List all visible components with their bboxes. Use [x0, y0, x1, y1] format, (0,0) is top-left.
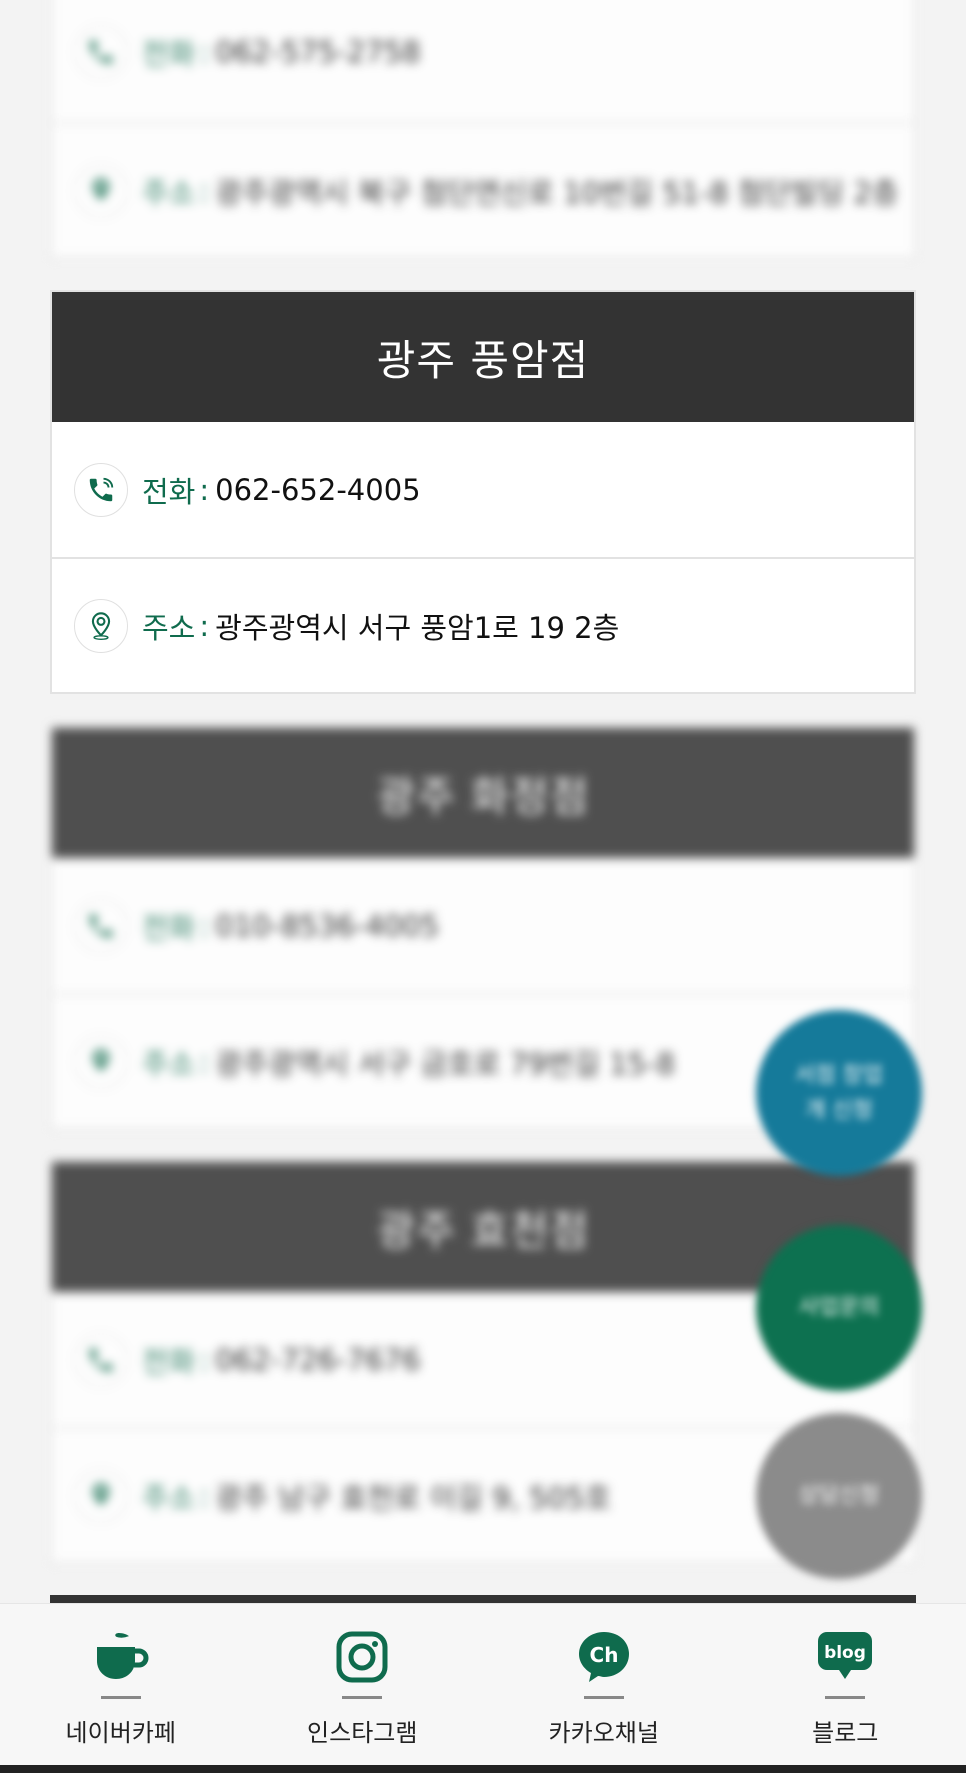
business-inquiry-button[interactable]: 사업문의: [756, 1225, 922, 1391]
address-text: 광주광역시 북구 첨단연신로 10번길 51-8 첨단빌딩 2층: [215, 175, 899, 210]
map-pin-icon: [74, 1034, 128, 1089]
separator: :: [199, 35, 210, 69]
separator: :: [199, 173, 210, 208]
separator: :: [199, 908, 210, 943]
separator: :: [199, 472, 210, 507]
phone-label: 전화: [142, 910, 196, 945]
next-card-edge: [50, 1595, 916, 1603]
phone-number: 062-652-4005: [215, 472, 421, 507]
map-pin-icon: [74, 163, 128, 218]
system-bar: [0, 1765, 966, 1773]
phone-row[interactable]: 전화 : 062-575-2758: [52, 0, 914, 122]
address-text: 광주 남구 효천로 이길 9, 505호: [215, 1480, 612, 1515]
consultation-label: 상담신청: [798, 1483, 880, 1509]
instagram-icon: [335, 1622, 389, 1692]
store-name-header: 광주 풍암점: [52, 292, 914, 422]
phone-icon: [74, 1332, 128, 1387]
phone-number: 010-8536-4005: [215, 908, 440, 943]
phone-label: 전화: [142, 474, 196, 509]
svg-text:Ch: Ch: [589, 1643, 618, 1667]
address-label: 주소: [142, 610, 196, 645]
nav-instagram[interactable]: 인스타그램: [262, 1622, 462, 1748]
store-name-header: 광주 화정점: [52, 728, 914, 858]
nav-label: 블로그: [812, 1719, 879, 1747]
bottom-nav: 네이버카페 인스타그램 Ch 카카오채널 blog 블로그: [0, 1603, 966, 1766]
store-list-page: 전화 : 062-575-2758 주소 : 광주광역시 북구 첨단연신로 10…: [0, 0, 966, 1773]
franchise-apply-button[interactable]: 서점 창업개 신청: [756, 1010, 922, 1176]
phone-number: 062-575-2758: [215, 35, 421, 69]
nav-underline: [583, 1696, 624, 1699]
map-pin-icon: [74, 598, 128, 653]
kakao-channel-icon: Ch: [576, 1622, 632, 1692]
phone-row[interactable]: 전화 : 010-8536-4005: [52, 858, 914, 993]
separator: :: [199, 608, 210, 643]
phone-label: 전화: [142, 1344, 196, 1379]
separator: :: [199, 1044, 210, 1079]
svg-text:blog: blog: [824, 1643, 866, 1663]
nav-underline: [342, 1696, 383, 1699]
map-pin-icon: [74, 1468, 128, 1523]
address-label: 주소: [142, 1480, 196, 1515]
nav-kakao-channel[interactable]: Ch 카카오채널: [504, 1622, 704, 1748]
blog-icon: blog: [815, 1622, 875, 1692]
address-label: 주소: [142, 1046, 196, 1081]
phone-label: 전화: [142, 37, 196, 71]
separator: :: [199, 1342, 210, 1377]
separator: :: [199, 1478, 210, 1513]
nav-underline: [100, 1696, 141, 1699]
phone-row[interactable]: 전화 : 062-652-4005: [52, 422, 914, 557]
address-row: 주소 : 광주광역시 북구 첨단연신로 10번길 51-8 첨단빌딩 2층: [52, 122, 914, 257]
store-card-pungam: 광주 풍암점 전화 : 062-652-4005 주소 : 광주광역시 서구 풍…: [50, 290, 916, 694]
address-text: 광주광역시 서구 금호로 79번길 15-8: [215, 1046, 675, 1081]
nav-label: 네이버카페: [65, 1719, 176, 1747]
nav-label: 카카오채널: [548, 1719, 659, 1747]
phone-icon: [74, 25, 128, 79]
nav-blog[interactable]: blog 블로그: [745, 1622, 945, 1748]
nav-underline: [825, 1696, 866, 1699]
address-label: 주소: [142, 175, 196, 210]
phone-number: 062-726-7676: [215, 1342, 421, 1377]
consultation-button[interactable]: 상담신청: [756, 1413, 922, 1579]
nav-naver-cafe[interactable]: 네이버카페: [21, 1622, 221, 1748]
address-row: 주소 : 광주광역시 서구 풍암1로 19 2층: [52, 557, 914, 692]
franchise-apply-label: 서점 창업개 신청: [795, 1062, 883, 1123]
store-card-partial: 전화 : 062-575-2758 주소 : 광주광역시 북구 첨단연신로 10…: [50, 0, 916, 259]
phone-icon: [74, 462, 128, 517]
business-inquiry-label: 사업문의: [798, 1295, 880, 1321]
phone-icon: [74, 898, 128, 953]
coffee-cup-icon: [91, 1622, 151, 1692]
address-text: 광주광역시 서구 풍암1로 19 2층: [215, 610, 620, 645]
nav-label: 인스타그램: [307, 1719, 418, 1747]
